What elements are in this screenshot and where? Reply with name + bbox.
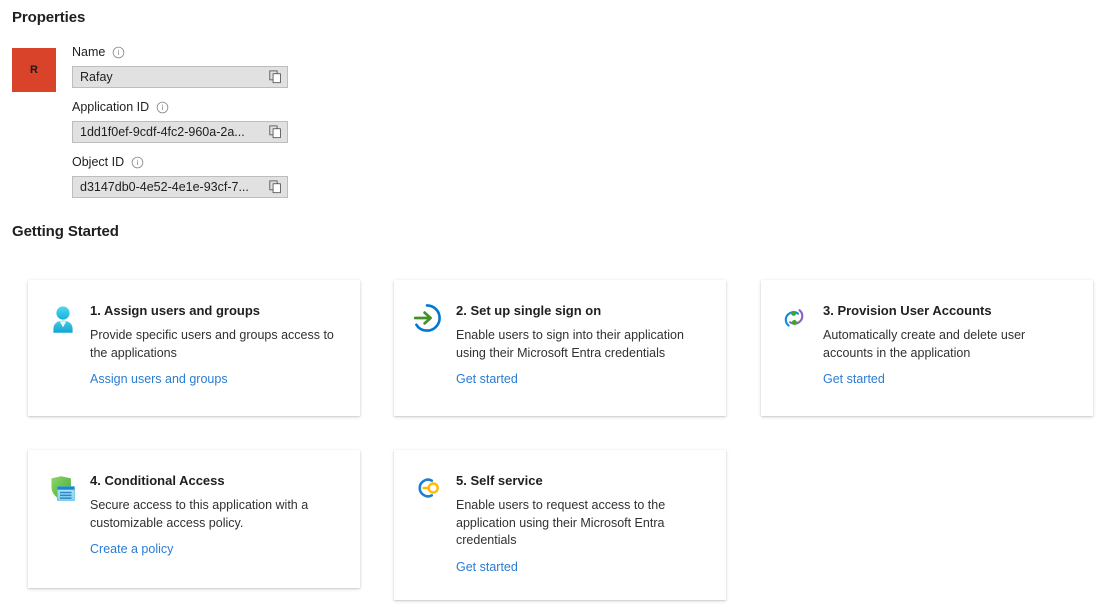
card-title: 3. Provision User Accounts xyxy=(823,303,992,318)
copy-icon-glyph xyxy=(268,70,281,84)
properties-section-heading: Properties xyxy=(12,9,86,26)
card-icon-wrap xyxy=(412,302,456,388)
field-label-row: Object ID xyxy=(72,154,288,171)
shield-policy-icon xyxy=(51,476,75,501)
user-person-icon xyxy=(53,306,73,333)
info-circle-icon[interactable] xyxy=(112,46,125,59)
card-icon-wrap xyxy=(412,472,456,576)
self-service-key-icon xyxy=(418,478,439,498)
card-title: 2. Set up single sign on xyxy=(456,303,602,318)
copy-icon[interactable] xyxy=(263,177,287,197)
card-description: Automatically create and delete user acc… xyxy=(823,328,1026,360)
card-action-link[interactable]: Assign users and groups xyxy=(90,371,228,387)
card-title: 5. Self service xyxy=(456,473,543,488)
field-label-row: Application ID xyxy=(72,99,288,116)
card-description: Enable users to sign into their applicat… xyxy=(456,328,684,360)
field-label: Application ID xyxy=(72,100,150,114)
getting-started-card[interactable]: 3. Provision User Accounts Automatically… xyxy=(761,280,1093,416)
field-value-text: 1dd1f0ef-9cdf-4fc2-960a-2a... xyxy=(80,125,245,139)
app-logo-tile: R xyxy=(12,48,56,92)
copy-icon[interactable] xyxy=(263,67,287,87)
card-action-link[interactable]: Get started xyxy=(456,559,518,575)
info-circle-icon[interactable] xyxy=(156,101,169,114)
property-value-box[interactable]: d3147db0-4e52-4e1e-93cf-7... xyxy=(72,176,288,198)
property-field-name: Name Rafay xyxy=(72,44,288,88)
field-label: Name xyxy=(72,45,106,59)
copy-icon[interactable] xyxy=(263,122,287,142)
property-value-box[interactable]: 1dd1f0ef-9cdf-4fc2-960a-2a... xyxy=(72,121,288,143)
field-label-row: Name xyxy=(72,44,288,61)
card-icon-wrap xyxy=(46,472,90,558)
provisioning-sync-icon xyxy=(784,309,804,327)
single-sign-on-arrow-icon xyxy=(413,304,441,332)
getting-started-card[interactable]: 1. Assign users and groups Provide speci… xyxy=(28,280,360,416)
info-circle-icon-glyph xyxy=(131,156,144,169)
card-description: Secure access to this application with a… xyxy=(90,498,309,530)
card-action-link[interactable]: Create a policy xyxy=(90,541,173,557)
info-circle-icon-glyph xyxy=(113,46,125,59)
getting-started-section-heading: Getting Started xyxy=(12,223,119,240)
info-circle-icon[interactable] xyxy=(131,156,144,169)
card-title: 4. Conditional Access xyxy=(90,473,225,488)
getting-started-card[interactable]: 5. Self service Enable users to request … xyxy=(394,450,726,600)
property-value-box[interactable]: Rafay xyxy=(72,66,288,88)
field-label: Object ID xyxy=(72,155,125,169)
card-description: Enable users to request access to the ap… xyxy=(456,498,666,547)
card-icon-wrap xyxy=(779,302,823,388)
property-field-object-id: Object ID d3147db0-4e52-4e1e-93cf-7... xyxy=(72,154,288,198)
copy-icon-glyph xyxy=(268,180,281,194)
field-value-text: d3147db0-4e52-4e1e-93cf-7... xyxy=(80,180,249,194)
app-logo-initial: R xyxy=(30,64,38,76)
property-field-application-id: Application ID 1dd1f0ef-9cdf-4fc2-960a-2… xyxy=(72,99,288,143)
card-description: Provide specific users and groups access… xyxy=(90,328,334,360)
info-circle-icon-glyph xyxy=(156,101,169,114)
card-action-link[interactable]: Get started xyxy=(456,371,518,387)
card-title: 1. Assign users and groups xyxy=(90,303,261,318)
getting-started-card[interactable]: 4. Conditional Access Secure access to t… xyxy=(28,450,360,588)
card-icon-wrap xyxy=(46,302,90,388)
field-value-text: Rafay xyxy=(80,70,113,84)
properties-panel: R Name Rafay Application ID 1dd1f0ef-9cd… xyxy=(12,44,312,204)
getting-started-card[interactable]: 2. Set up single sign on Enable users to… xyxy=(394,280,726,416)
card-action-link[interactable]: Get started xyxy=(823,371,885,387)
copy-icon-glyph xyxy=(268,125,281,139)
